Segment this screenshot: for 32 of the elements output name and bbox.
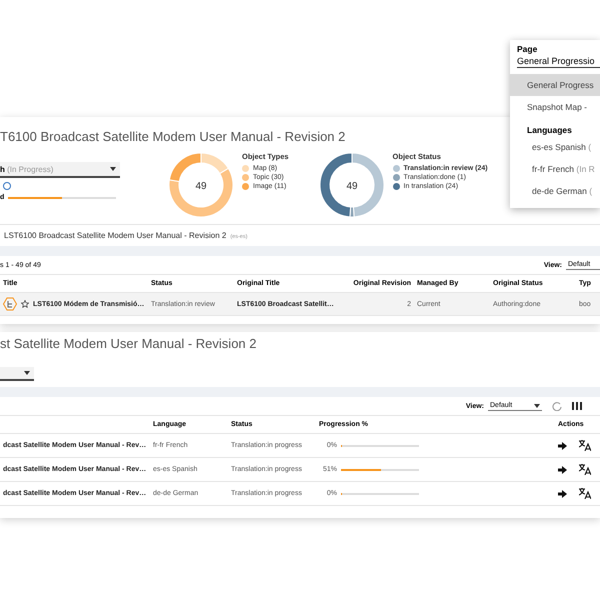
legend-dot bbox=[392, 174, 400, 181]
menu-section-title: Languages bbox=[526, 124, 573, 136]
document-title: T6100 Broadcast Satellite Modem User Manual - Revision 2 bbox=[0, 128, 346, 144]
legend-dot bbox=[392, 165, 400, 172]
legend-dot bbox=[392, 183, 400, 190]
arrow-right-icon[interactable] bbox=[558, 442, 567, 450]
legend-dot bbox=[242, 174, 249, 181]
menu-item[interactable]: de-de German ( bbox=[510, 180, 600, 202]
refresh-icon[interactable] bbox=[552, 401, 562, 411]
columns-icon[interactable] bbox=[572, 402, 582, 410]
language-select[interactable]: h (In Progress) bbox=[0, 162, 120, 178]
arrow-right-icon[interactable] bbox=[558, 466, 567, 474]
translate-icon[interactable] bbox=[579, 440, 591, 451]
page-select[interactable]: General Progressio bbox=[517, 56, 600, 68]
star-icon[interactable] bbox=[21, 300, 29, 308]
menu-item[interactable]: fr-fr French (In R bbox=[510, 158, 600, 180]
legend-dot bbox=[242, 183, 249, 190]
map-hexagon-icon bbox=[3, 297, 17, 311]
translate-icon[interactable] bbox=[579, 488, 591, 499]
translate-icon[interactable] bbox=[579, 464, 591, 475]
document-title: st Satellite Modem User Manual - Revision 2 bbox=[0, 335, 256, 351]
breadcrumb-title[interactable]: LST6100 Broadcast Satellite Modem User Manual - Revision 2 bbox=[4, 231, 226, 240]
arrow-right-icon[interactable] bbox=[558, 490, 567, 498]
legend-dot bbox=[242, 165, 249, 172]
field-label: Page bbox=[516, 43, 538, 54]
info-icon[interactable] bbox=[3, 182, 11, 190]
donut-total: 49 bbox=[195, 181, 207, 192]
donut-total: 49 bbox=[346, 181, 358, 192]
menu-item[interactable]: Snapshot Map - bbox=[510, 96, 600, 118]
menu-item[interactable]: General Progress bbox=[510, 74, 600, 96]
menu-item[interactable]: es-es Spanish ( bbox=[510, 136, 600, 158]
filter-select[interactable] bbox=[0, 367, 34, 381]
